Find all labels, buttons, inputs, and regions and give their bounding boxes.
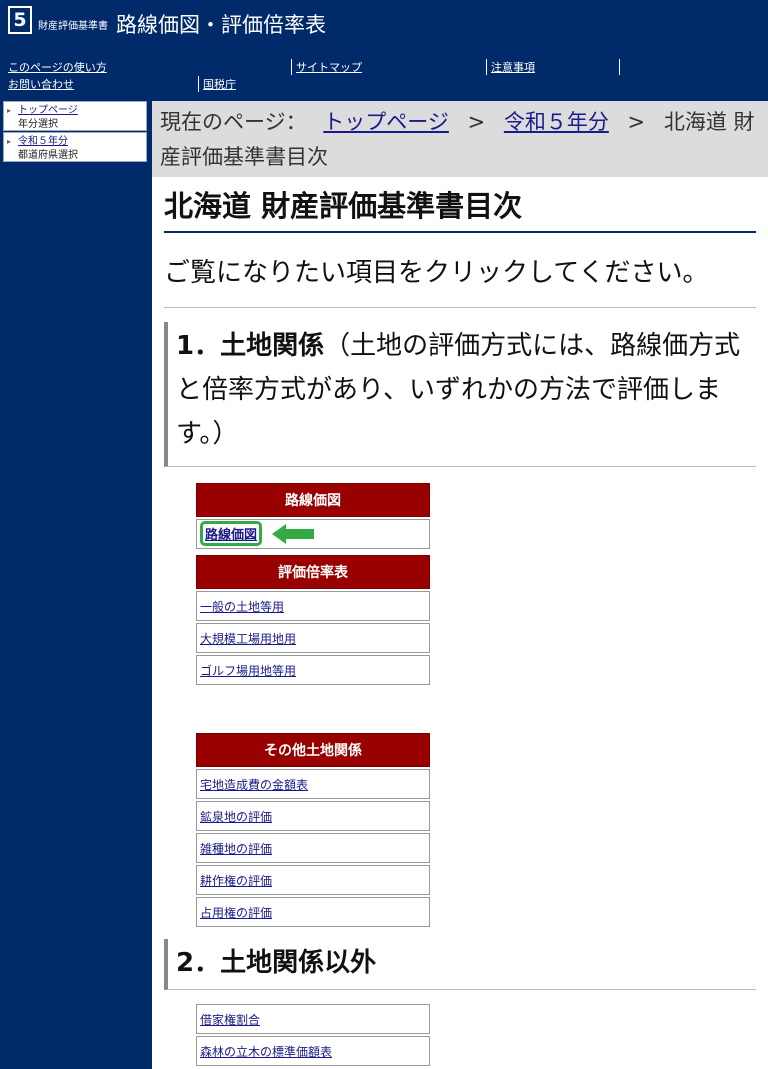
link-nta[interactable]: 国税庁 (203, 76, 236, 92)
header-divider (198, 76, 199, 92)
link-general-land[interactable]: 一般の土地等用 (200, 600, 284, 614)
arrow-left-icon (271, 524, 314, 547)
logo-subtitle: 財産評価基準書 (38, 21, 108, 32)
sidebar-sub-label: 都道府県選択 (18, 150, 78, 161)
sidebar-sub-label: 年分選択 (18, 119, 58, 130)
site-header: 5 財産評価基準書 路線価図・評価倍率表 このページの使い方 サイトマップ 注意… (0, 0, 768, 100)
page-title: 北海道 財産評価基準書目次 (164, 189, 756, 233)
table-row: 路線価図 (196, 519, 430, 549)
link-golf-course[interactable]: ゴルフ場用地等用 (200, 664, 296, 678)
highlight-box: 路線価図 (200, 521, 263, 546)
link-notes[interactable]: 注意事項 (491, 59, 535, 75)
table-header: その他土地関係 (196, 733, 430, 767)
table-other-land: その他土地関係 宅地造成費の金額表 鉱泉地の評価 雑種地の評価 耕作権の評価 占… (196, 731, 430, 929)
table-row: 雑種地の評価 (196, 833, 430, 863)
header-divider (291, 59, 292, 75)
link-misc-land[interactable]: 雑種地の評価 (200, 842, 272, 856)
sidebar-link-reiwa5[interactable]: 令和５年分 (18, 135, 144, 149)
link-development-cost[interactable]: 宅地造成費の金額表 (200, 778, 308, 792)
section-title: 1．土地関係 (176, 331, 325, 361)
table-row: 鉱泉地の評価 (196, 801, 430, 831)
sidebar-item-top: ▸ トップページ 年分選択 (3, 101, 147, 131)
logo-number-icon: 5 (8, 6, 32, 34)
link-cultivation-right[interactable]: 耕作権の評価 (200, 874, 272, 888)
table-non-land: 借家権割合 森林の立木の標準価額表 (196, 1002, 430, 1068)
link-rosenka-map[interactable]: 路線価図 (205, 528, 257, 543)
triangle-icon: ▸ (7, 106, 12, 115)
table-row: 占用権の評価 (196, 897, 430, 927)
site-title: 路線価図・評価倍率表 (116, 13, 326, 37)
table-row: 耕作権の評価 (196, 865, 430, 895)
table-row: 宅地造成費の金額表 (196, 769, 430, 799)
link-occupancy-right[interactable]: 占用権の評価 (200, 906, 272, 920)
table-row: 借家権割合 (196, 1004, 430, 1034)
sidebar-item-reiwa5: ▸ 令和５年分 都道府県選択 (3, 132, 147, 162)
link-rental-ratio[interactable]: 借家権割合 (200, 1013, 260, 1027)
table-row: 森林の立木の標準価額表 (196, 1036, 430, 1066)
breadcrumb-link-top[interactable]: トップページ (323, 110, 449, 134)
header-divider (619, 59, 620, 75)
breadcrumb-link-reiwa5[interactable]: 令和５年分 (504, 110, 609, 134)
link-mineral-spring[interactable]: 鉱泉地の評価 (200, 810, 272, 824)
table-row: 一般の土地等用 (196, 591, 430, 621)
triangle-icon: ▸ (7, 137, 12, 146)
section-heading-land: 1．土地関係（土地の評価方式には、路線価方式と倍率方式があり、いずれかの方法で評… (164, 322, 756, 467)
table-bairitsu: 評価倍率表 一般の土地等用 大規模工場用地用 ゴルフ場用地等用 (196, 553, 430, 687)
link-large-factory[interactable]: 大規模工場用地用 (200, 632, 296, 646)
section-heading-other: 2．土地関係以外 (164, 939, 756, 990)
sidebar: ▸ トップページ 年分選択 ▸ 令和５年分 都道府県選択 (3, 101, 147, 163)
table-row: ゴルフ場用地等用 (196, 655, 430, 685)
link-contact[interactable]: お問い合わせ (8, 76, 74, 92)
link-forest-price[interactable]: 森林の立木の標準価額表 (200, 1045, 332, 1059)
breadcrumb-separator: > (467, 110, 486, 134)
table-rosenka: 路線価図 路線価図 (196, 481, 430, 551)
link-how-to-use[interactable]: このページの使い方 (8, 59, 107, 75)
breadcrumb-prefix: 現在のページ： (160, 110, 307, 134)
sidebar-link-top[interactable]: トップページ (18, 104, 144, 118)
table-header: 評価倍率表 (196, 555, 430, 589)
section-title: 2．土地関係以外 (176, 948, 377, 978)
main-content: 現在のページ： トップページ > 令和５年分 > 北海道 財産評価基準書目次 北… (152, 101, 768, 1069)
header-divider (486, 59, 487, 75)
link-sitemap[interactable]: サイトマップ (296, 59, 362, 75)
breadcrumb-separator: > (627, 110, 646, 134)
breadcrumb: 現在のページ： トップページ > 令和５年分 > 北海道 財産評価基準書目次 (152, 101, 768, 177)
table-row: 大規模工場用地用 (196, 623, 430, 653)
lead-text: ご覧になりたい項目をクリックしてください。 (164, 251, 756, 308)
table-header: 路線価図 (196, 483, 430, 517)
